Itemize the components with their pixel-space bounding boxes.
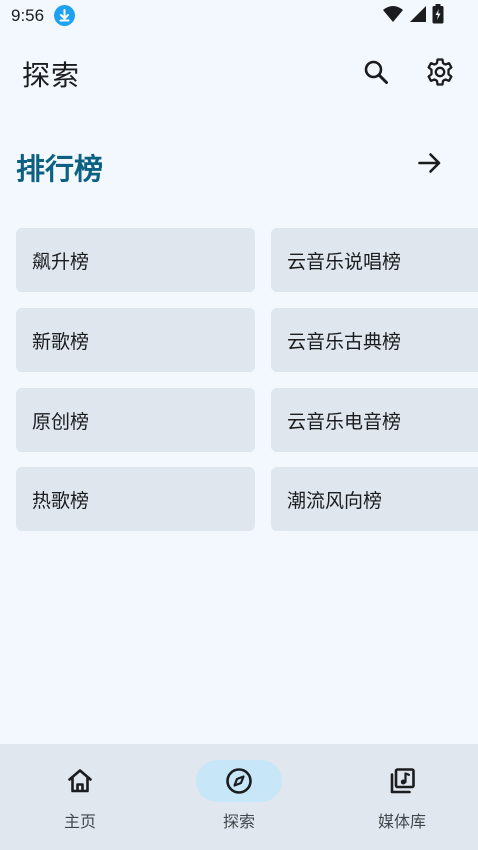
status-bar: 9:56 bbox=[0, 0, 478, 32]
page-title: 探索 bbox=[22, 59, 81, 92]
chart-card-soaring[interactable]: 飙升榜 bbox=[16, 228, 255, 292]
status-time: 9:56 bbox=[11, 6, 45, 25]
chart-card-classical[interactable]: 云音乐古典榜 bbox=[271, 308, 478, 372]
chart-card-original[interactable]: 原创榜 bbox=[16, 388, 255, 452]
gear-icon bbox=[425, 57, 455, 91]
search-icon bbox=[362, 58, 390, 90]
chart-card-electronic[interactable]: 云音乐电音榜 bbox=[271, 388, 478, 452]
home-icon bbox=[64, 765, 96, 797]
chart-card-hot-songs[interactable]: 热歌榜 bbox=[16, 467, 255, 531]
nav-label-home: 主页 bbox=[63, 812, 96, 831]
chart-card-trend[interactable]: 潮流风向榜 bbox=[271, 467, 478, 531]
search-button[interactable] bbox=[356, 54, 396, 94]
arrow-right-icon bbox=[417, 150, 443, 180]
settings-button[interactable] bbox=[420, 54, 460, 94]
chart-card-new-songs[interactable]: 新歌榜 bbox=[16, 308, 255, 372]
chart-card-rap[interactable]: 云音乐说唱榜 bbox=[271, 228, 478, 292]
nav-label-library: 媒体库 bbox=[377, 812, 426, 831]
battery-icon bbox=[432, 4, 444, 28]
compass-icon bbox=[223, 765, 255, 797]
explore-screen: 9:56 探索 排行榜 飙升榜 云音乐说唱榜 新歌榜 云音乐古典榜 原创榜 云音… bbox=[0, 0, 478, 850]
rankings-title: 排行榜 bbox=[16, 152, 104, 186]
cellular-signal-icon bbox=[409, 5, 427, 27]
rankings-more-button[interactable] bbox=[410, 145, 450, 185]
bottom-navigation-bar: 主页 探索 媒体库 bbox=[0, 744, 478, 850]
nav-item-explore[interactable]: 探索 bbox=[159, 744, 319, 850]
top-app-bar: 探索 bbox=[0, 40, 478, 108]
wifi-icon bbox=[382, 5, 404, 27]
nav-item-library[interactable]: 媒体库 bbox=[322, 744, 478, 850]
rankings-header: 排行榜 bbox=[0, 140, 478, 192]
music-library-icon bbox=[386, 765, 418, 797]
nav-label-explore: 探索 bbox=[222, 812, 255, 831]
download-icon bbox=[54, 5, 75, 26]
status-icons bbox=[382, 4, 444, 28]
nav-item-home[interactable]: 主页 bbox=[0, 744, 160, 850]
